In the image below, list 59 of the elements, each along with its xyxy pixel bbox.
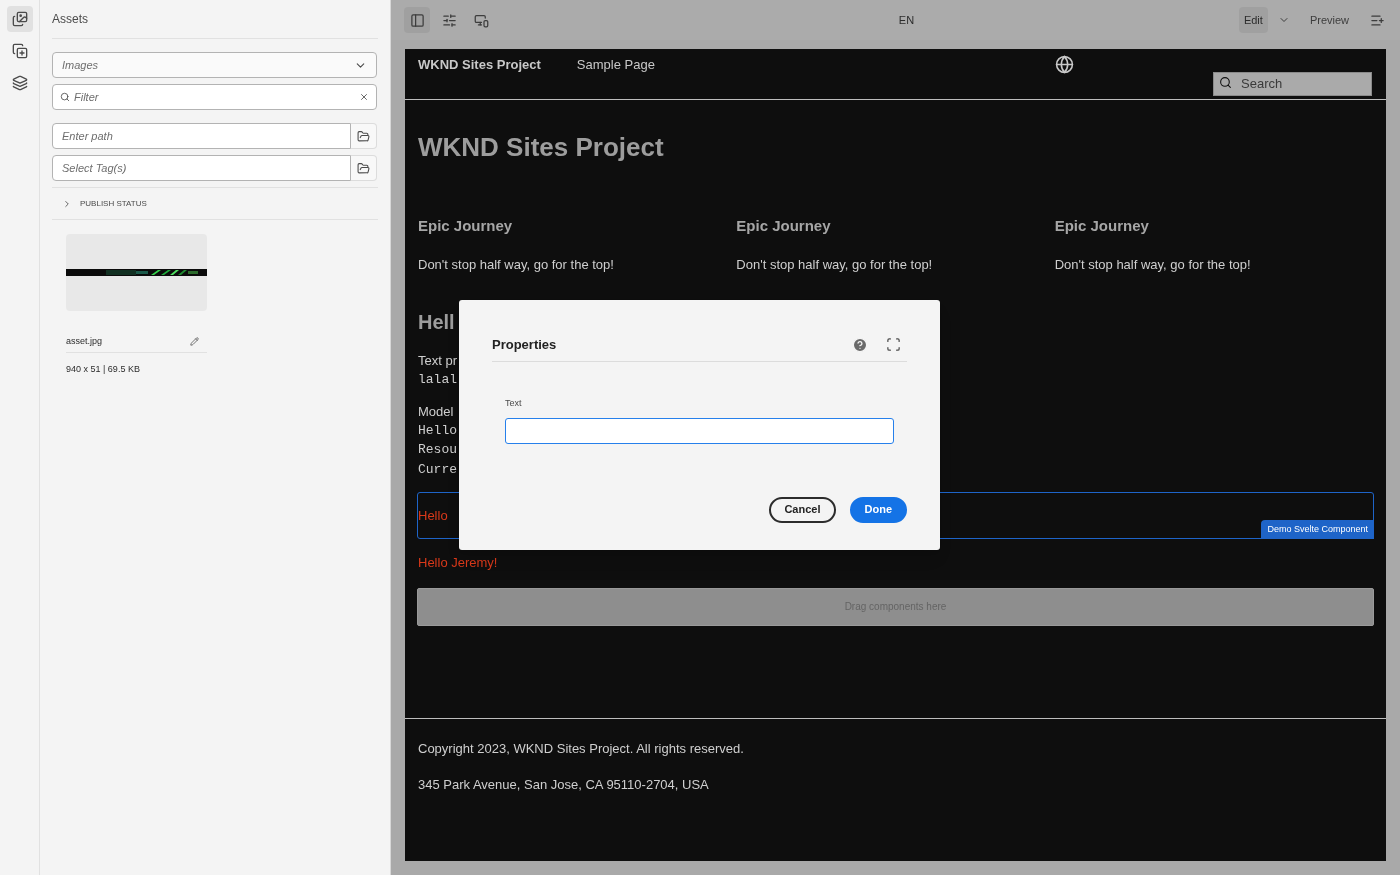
- code-text: Resou: [418, 441, 457, 459]
- card-text: Don't stop half way, go for the top!: [418, 255, 615, 274]
- field-label: Text: [505, 397, 523, 410]
- dialog-button[interactable]: Done: [849, 496, 907, 523]
- chevron-icon: [62, 198, 72, 209]
- asset-name: asset.jpg: [66, 334, 103, 348]
- search-icon: [1219, 76, 1232, 89]
- browse-button[interactable]: [351, 155, 377, 181]
- page-title: WKND Sites Project: [418, 131, 665, 164]
- nav-link[interactable]: Sample Page: [576, 55, 655, 75]
- search-icon: [60, 92, 70, 102]
- component-label: Demo Svelte Component: [1261, 519, 1374, 539]
- filter-field[interactable]: Filter: [52, 84, 377, 110]
- code-text: Hello: [418, 421, 457, 440]
- component-text: Hello: [418, 506, 448, 525]
- rail-tab[interactable]: [6, 6, 33, 32]
- language-label: EN: [897, 12, 916, 28]
- greeting-text: Hello Jeremy!: [418, 554, 499, 572]
- list-icon: [1369, 12, 1385, 28]
- fullscreen-icon[interactable]: [886, 337, 901, 352]
- folder-icon: [357, 161, 370, 175]
- footer-text: 345 Park Avenue, San Jose, CA 95110-2704, USA: [418, 776, 710, 794]
- code-text: Curre: [418, 460, 457, 479]
- side-panel-button[interactable]: [404, 7, 430, 33]
- sliders-icon: [441, 12, 457, 28]
- card-text: Don't stop half way, go for the top!: [736, 255, 934, 274]
- card-title: Epic Journey: [736, 216, 832, 236]
- language-icon[interactable]: [1055, 55, 1074, 74]
- path-field[interactable]: Enter path: [52, 123, 351, 149]
- type-select[interactable]: Images: [52, 52, 377, 78]
- devices-icon: [473, 12, 489, 28]
- path-field[interactable]: Select Tag(s): [52, 155, 351, 181]
- panel-icon: [409, 12, 425, 28]
- text-field[interactable]: [505, 417, 894, 444]
- folder-icon: [357, 129, 370, 143]
- card-title: Epic Journey: [418, 216, 514, 236]
- body-text: Text pr: [418, 352, 457, 370]
- asset-info: 940 x 51 | 69.5 KB: [66, 363, 141, 376]
- clear-icon[interactable]: [359, 92, 369, 102]
- section-heading: Hell: [418, 310, 456, 335]
- card-title: Epic Journey: [1054, 216, 1150, 236]
- publish-status-toggle[interactable]: PUBLISH STATUS: [62, 197, 147, 210]
- rail-icon: [11, 11, 28, 27]
- browse-button[interactable]: [351, 123, 377, 149]
- preview-button[interactable]: Preview: [1309, 11, 1349, 29]
- dialog-button[interactable]: Cancel: [769, 496, 836, 523]
- search-field[interactable]: Search: [1213, 71, 1372, 96]
- rail-icon: [11, 43, 28, 59]
- body-text: Model: [418, 402, 454, 421]
- mode-button[interactable]: Edit: [1238, 7, 1268, 33]
- code-text: lalal: [418, 371, 457, 389]
- site-brand[interactable]: WKND Sites Project: [418, 55, 541, 75]
- panel-title: Assets: [52, 11, 88, 28]
- edit-icon[interactable]: [190, 337, 199, 346]
- rail-icon: [11, 75, 28, 91]
- card-text: Don't stop half way, go for the top!: [1054, 255, 1252, 274]
- help-icon[interactable]: [852, 336, 868, 353]
- dialog-title: Properties: [492, 335, 558, 354]
- footer-text: Copyright 2023, WKND Sites Project. All rights reserved.: [418, 739, 745, 758]
